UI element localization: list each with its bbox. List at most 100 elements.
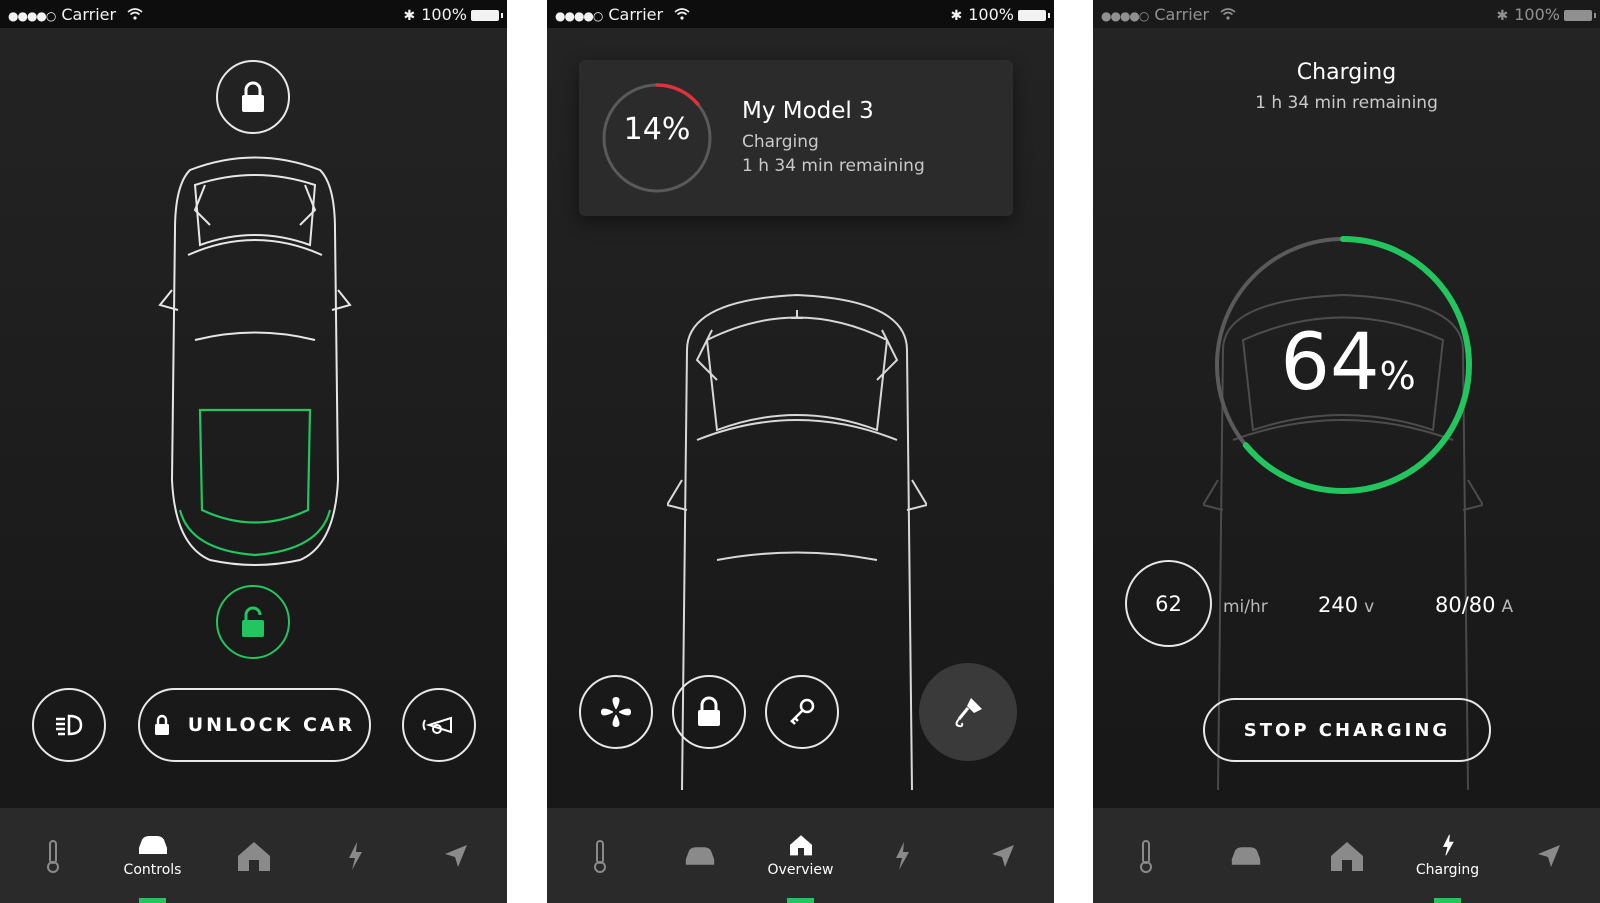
charging-screen: ●●●●○ Carrier ✱ 100% Charging 1 h 34 min r… <box>1093 0 1600 903</box>
horn-button[interactable] <box>402 688 476 762</box>
carrier-label: Carrier <box>1154 5 1210 24</box>
bolt-icon <box>348 841 362 870</box>
unlock-trunk-button[interactable] <box>216 585 290 659</box>
tab-climate[interactable] <box>549 808 650 903</box>
car-icon <box>138 835 167 854</box>
battery-icon <box>1018 10 1050 21</box>
tab-overview[interactable]: Overview <box>750 808 851 903</box>
tab-charging[interactable] <box>851 808 952 903</box>
tab-overview-label: Overview <box>767 861 834 878</box>
keys-button[interactable] <box>765 675 839 749</box>
bolt-icon <box>895 841 909 870</box>
voltage-stat: 240 v <box>1318 593 1374 617</box>
fan-icon <box>601 697 631 727</box>
tab-climate[interactable] <box>2 808 103 903</box>
battery-percent: 100% <box>421 5 467 24</box>
tab-location[interactable] <box>952 808 1053 903</box>
tab-overview[interactable] <box>1296 808 1397 903</box>
tab-location[interactable] <box>405 808 506 903</box>
voice-command-button[interactable] <box>919 663 1017 761</box>
home-icon <box>1330 841 1363 871</box>
climate-fan-button[interactable] <box>579 675 653 749</box>
charge-status: Charging <box>742 132 819 152</box>
wifi-icon <box>674 8 690 20</box>
charge-speed-value: 62 <box>1125 560 1212 647</box>
tab-controls-label: Controls <box>123 861 182 878</box>
signal-dots-icon: ●●●●○ <box>555 9 603 23</box>
tab-location[interactable] <box>1498 808 1599 903</box>
wifi-icon <box>127 8 143 20</box>
battery-percent: 100% <box>1514 5 1560 24</box>
tab-active-indicator <box>1434 898 1461 903</box>
tab-bar: Overview <box>547 808 1054 903</box>
lock-icon <box>154 714 169 735</box>
key-icon <box>790 698 815 725</box>
tab-climate[interactable] <box>1095 808 1196 903</box>
navigation-arrow-icon <box>1537 844 1560 867</box>
carrier-label: Carrier <box>608 5 664 24</box>
unlock-car-button[interactable]: UNLOCK CAR <box>138 688 371 762</box>
thermometer-icon <box>593 839 606 873</box>
wifi-icon <box>1220 8 1236 20</box>
signal-dots-icon: ●●●●○ <box>1101 9 1149 23</box>
charge-percent-unit: % <box>1379 354 1416 398</box>
battery-icon <box>471 10 503 21</box>
tab-active-indicator <box>139 898 166 903</box>
carrier-label: Carrier <box>61 5 117 24</box>
horn-icon <box>422 716 452 734</box>
status-bar: ●●●●○ Carrier ✱ 100% <box>0 0 507 28</box>
headlights-button[interactable] <box>32 688 106 762</box>
current-unit: A <box>1501 597 1514 617</box>
charging-remaining: 1 h 34 min remaining <box>1255 93 1438 113</box>
lock-icon <box>242 81 264 112</box>
lock-button[interactable] <box>672 675 746 749</box>
battery-percent: 100% <box>968 5 1014 24</box>
car-icon <box>1231 846 1260 865</box>
bluetooth-icon: ✱ <box>403 8 416 24</box>
voltage-value: 240 <box>1318 593 1359 617</box>
tab-controls[interactable] <box>649 808 750 903</box>
lock-button[interactable] <box>216 60 290 134</box>
microphone-icon <box>955 698 982 728</box>
current-value: 80/80 <box>1435 593 1496 617</box>
lock-icon <box>698 696 720 726</box>
charging-title: Charging <box>1296 60 1397 85</box>
controls-screen: ●●●●○ Carrier ✱ 100% UNLOCK CAR Controls <box>0 0 507 903</box>
navigation-arrow-icon <box>444 844 467 867</box>
battery-icon <box>1564 10 1596 21</box>
charge-speed-unit: mi/hr <box>1223 597 1268 617</box>
bluetooth-icon: ✱ <box>950 8 963 24</box>
thermometer-icon <box>1139 839 1152 873</box>
thermometer-icon <box>46 839 59 873</box>
car-icon <box>685 846 714 865</box>
vehicle-name: My Model 3 <box>742 98 874 124</box>
tab-charging[interactable]: Charging <box>1397 808 1498 903</box>
headlights-icon <box>56 714 83 736</box>
unlock-car-label: UNLOCK CAR <box>187 714 356 736</box>
charge-remaining: 1 h 34 min remaining <box>742 156 925 176</box>
stop-charging-label: STOP CHARGING <box>1243 719 1451 741</box>
status-bar: ●●●●○ Carrier ✱ 100% <box>1093 0 1600 28</box>
signal-dots-icon: ●●●●○ <box>8 9 56 23</box>
charge-percent-number: 64 <box>1280 318 1380 408</box>
overview-screen: ●●●●○ Carrier ✱ 100% 14% My Model 3 Chargi… <box>547 0 1054 903</box>
tab-bar: Charging <box>1093 808 1600 903</box>
charge-percent: 14% <box>623 112 691 147</box>
tab-charging-label: Charging <box>1415 861 1480 878</box>
tab-controls[interactable] <box>1195 808 1296 903</box>
home-icon <box>237 841 270 871</box>
status-bar: ●●●●○ Carrier ✱ 100% <box>547 0 1054 28</box>
current-stat: 80/80 A <box>1435 593 1513 617</box>
tab-charging[interactable] <box>304 808 405 903</box>
stop-charging-button[interactable]: STOP CHARGING <box>1203 698 1491 762</box>
tab-overview[interactable] <box>203 808 304 903</box>
home-icon <box>789 834 812 855</box>
navigation-arrow-icon <box>991 844 1014 867</box>
voltage-unit: v <box>1364 597 1375 617</box>
bolt-icon <box>1442 834 1454 855</box>
vehicle-status-card[interactable]: 14% My Model 3 Charging 1 h 34 min remai… <box>579 60 1013 216</box>
unlock-icon <box>242 606 264 637</box>
tab-controls[interactable]: Controls <box>102 808 203 903</box>
charge-percent-big: 64% <box>1258 318 1438 408</box>
tab-bar: Controls <box>0 808 507 903</box>
